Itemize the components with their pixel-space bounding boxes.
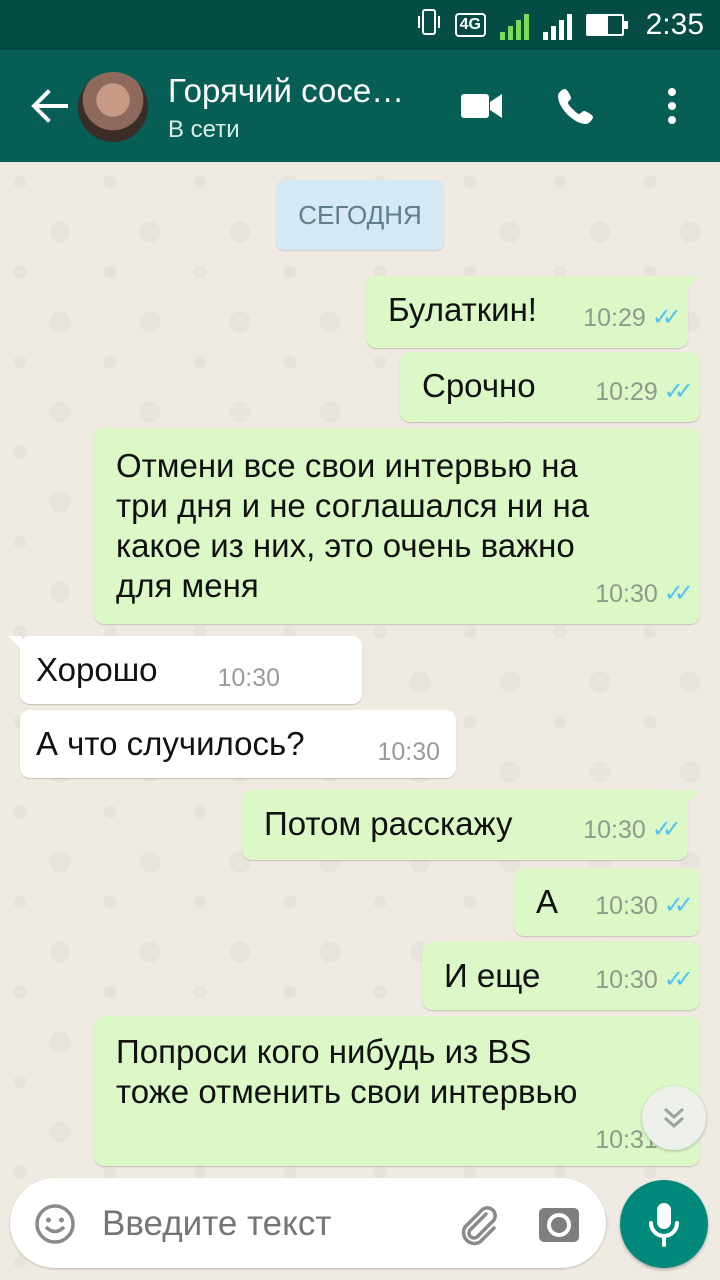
message-outgoing[interactable]: Булаткин! 10:29 ✓✓ — [366, 276, 700, 348]
message-input[interactable] — [100, 1196, 444, 1252]
status-icons: 4G — [417, 8, 628, 42]
chat-header: Горячий сосе… В сети — [0, 50, 720, 162]
message-meta: 10:30 ✓✓ — [595, 574, 694, 614]
message-text: А — [536, 883, 559, 920]
back-arrow-icon[interactable] — [28, 78, 72, 134]
signal-sim1-icon — [500, 10, 529, 40]
message-time: 10:30 — [217, 664, 280, 692]
message-time: 10:29 — [583, 304, 646, 332]
message-text: Потом расскажу — [264, 805, 513, 842]
message-text: Срочно — [422, 367, 536, 404]
attach-icon[interactable] — [456, 1202, 500, 1246]
message-text: И еще — [444, 957, 541, 994]
signal-sim2-icon — [543, 10, 572, 40]
status-bar: 4G 2:35 — [0, 0, 720, 50]
double-chevron-down-icon — [664, 1107, 684, 1129]
message-composer — [10, 1178, 606, 1268]
message-line: три дня и не соглашался ни на — [116, 487, 590, 524]
phone-call-icon[interactable] — [552, 82, 600, 130]
voice-message-button[interactable] — [620, 1180, 708, 1268]
message-time: 10:30 — [595, 966, 658, 994]
message-time: 10:29 — [595, 378, 658, 406]
read-ticks-icon: ✓✓ — [663, 580, 694, 607]
message-time: 10:30 — [595, 892, 658, 920]
read-ticks-icon: ✓✓ — [663, 892, 694, 919]
message-text: Попроси кого нибудь из BS тоже отменить … — [116, 1032, 577, 1112]
message-line: тоже отменить свои интервью — [116, 1073, 578, 1110]
network-type: 4G — [454, 13, 486, 37]
message-meta: 10:30 ✓✓ — [595, 960, 694, 1000]
message-time: 10:30 — [377, 738, 440, 766]
message-line: Отмени все свои интервью на — [116, 447, 578, 484]
message-incoming[interactable]: Хорошо 10:30 — [8, 636, 362, 704]
read-ticks-icon: ✓✓ — [651, 816, 682, 843]
scroll-down-button[interactable] — [642, 1086, 706, 1150]
message-line: Попроси кого нибудь из BS — [116, 1033, 532, 1070]
message-outgoing[interactable]: А 10:30 ✓✓ — [514, 868, 700, 936]
message-outgoing[interactable]: И еще 10:30 ✓✓ — [422, 942, 700, 1010]
message-meta: 10:30 ✓✓ — [583, 810, 682, 850]
message-meta: 10:30 ✓✓ — [595, 886, 694, 926]
message-time: 10:30 — [595, 580, 658, 608]
message-text: А что случилось? — [36, 725, 305, 762]
read-ticks-icon: ✓✓ — [663, 378, 694, 405]
message-text: Отмени все свои интервью на три дня и не… — [116, 446, 589, 606]
read-ticks-icon: ✓✓ — [651, 304, 682, 331]
emoji-icon[interactable] — [34, 1203, 76, 1245]
status-time: 2:35 — [645, 8, 704, 41]
contact-name[interactable]: Горячий сосе… — [168, 72, 404, 110]
message-outgoing[interactable]: Попроси кого нибудь из BS тоже отменить … — [94, 1016, 700, 1166]
contact-avatar[interactable] — [78, 72, 148, 142]
microphone-icon — [649, 1203, 679, 1247]
read-ticks-icon: ✓✓ — [663, 966, 694, 993]
more-options-icon[interactable] — [648, 82, 696, 130]
date-divider: СЕГОДНЯ — [276, 180, 444, 250]
vibrate-icon — [417, 8, 441, 42]
camera-icon[interactable] — [536, 1202, 582, 1248]
message-outgoing[interactable]: Отмени все свои интервью на три дня и не… — [94, 428, 700, 624]
message-line: какое из них, это очень важно — [116, 527, 575, 564]
message-incoming[interactable]: А что случилось? 10:30 — [20, 710, 456, 778]
chat-area[interactable]: СЕГОДНЯ Булаткин! 10:29 ✓✓ Срочно 10:29 … — [0, 162, 720, 1280]
message-line: для меня — [116, 567, 259, 604]
message-time: 10:30 — [583, 816, 646, 844]
contact-status: В сети — [168, 116, 240, 143]
message-text: Хорошо — [36, 651, 158, 688]
battery-icon — [586, 14, 628, 36]
video-call-icon[interactable] — [458, 82, 506, 130]
message-meta: 10:29 ✓✓ — [595, 372, 694, 412]
message-outgoing[interactable]: Срочно 10:29 ✓✓ — [400, 352, 700, 422]
message-meta: 10:29 ✓✓ — [583, 298, 682, 338]
message-text: Булаткин! — [388, 291, 537, 328]
message-outgoing[interactable]: Потом расскажу 10:30 ✓✓ — [242, 790, 700, 860]
